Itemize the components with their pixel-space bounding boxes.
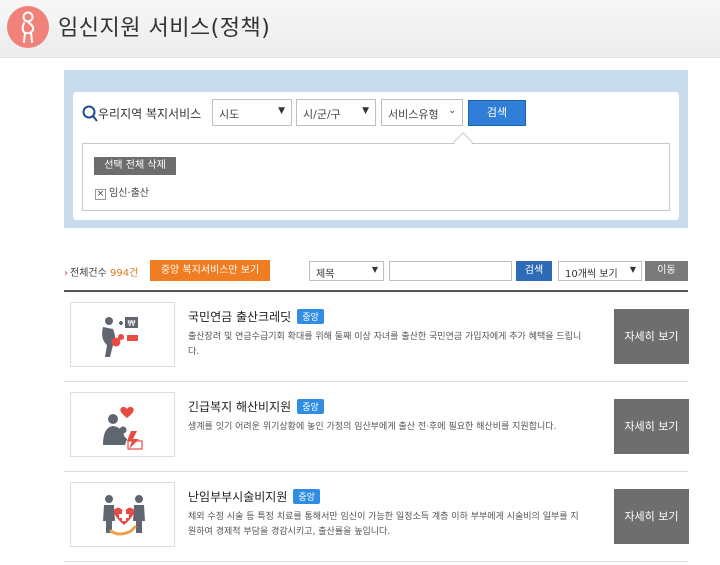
central-services-button[interactable]: 중앙 복지서비스만 보기 xyxy=(150,260,270,281)
filter-field-select[interactable]: 제목 ▼ xyxy=(309,261,384,281)
central-badge: 중앙 xyxy=(297,399,324,414)
list-toolbar: › 전체건수 994건 중앙 복지서비스만 보기 제목 ▼ 검색 10개씩 보기 ▼ … xyxy=(64,260,688,282)
chevron-down-icon: ⌄ xyxy=(448,106,456,116)
chip-label: 임신·출산 xyxy=(109,188,149,199)
item-title[interactable]: 긴급복지 해산비지원 중앙 xyxy=(188,398,324,415)
couple-heart-hand-icon xyxy=(103,495,145,536)
service-type-select[interactable]: 서비스유형 ⌄ xyxy=(381,99,463,126)
close-icon[interactable]: × xyxy=(95,189,106,200)
dropdown-arrow-icon: ▼ xyxy=(629,265,636,274)
dropdown-arrow-icon: ▼ xyxy=(371,265,378,274)
per-page-select[interactable]: 10개씩 보기 ▼ xyxy=(558,261,642,281)
sigungu-select[interactable]: 시/군/구 ▼ xyxy=(296,99,376,126)
list-item: 난임부부시술비지원 중앙 체외 수정 시술 등 특정 치료를 통해서만 임신이 가… xyxy=(64,472,689,562)
item-title-text: 긴급복지 해산비지원 xyxy=(188,400,292,414)
item-title-text: 국민연금 출산크레딧 xyxy=(188,310,292,324)
sido-select[interactable]: 시도 ▼ xyxy=(212,99,292,126)
filter-field-value: 제목 xyxy=(316,269,335,280)
page-title: 임신지원 서비스(정책) xyxy=(58,16,271,41)
total-label: 전체건수 xyxy=(70,268,107,279)
svg-text:₩: ₩ xyxy=(128,319,136,328)
item-title[interactable]: 난임부부시술비지원 중앙 xyxy=(188,488,320,505)
item-thumbnail: ₩ xyxy=(70,302,175,367)
sido-select-value: 시도 xyxy=(219,108,240,121)
list-item: 긴급복지 해산비지원 중앙 생계를 잇기 어려운 위기상황에 놓인 가정의 임산부… xyxy=(64,382,689,472)
item-thumbnail xyxy=(70,392,175,457)
page-header: 임신지원 서비스(정책) xyxy=(0,0,720,58)
total-count: › 전체건수 994건 xyxy=(64,264,138,279)
mother-child-heart-icon xyxy=(103,406,143,450)
dropdown-arrow-icon: ▼ xyxy=(362,106,369,116)
keyword-search-button[interactable]: 검색 xyxy=(516,261,552,281)
selected-filter-chip[interactable]: × 임신·출산 xyxy=(95,184,149,200)
search-icon xyxy=(82,105,98,122)
detail-button[interactable]: 자세히 보기 xyxy=(614,399,689,454)
central-badge: 중앙 xyxy=(293,489,320,504)
search-button[interactable]: 검색 xyxy=(468,100,526,126)
search-label: 우리지역 복지서비스 xyxy=(98,107,202,121)
go-button[interactable]: 이동 xyxy=(645,261,688,281)
detail-button[interactable]: 자세히 보기 xyxy=(614,309,689,364)
item-description: 출산장려 및 연금수급기회 확대를 위해 둘째 이상 자녀를 출산한 국민연금 … xyxy=(188,332,582,357)
detail-button[interactable]: 자세히 보기 xyxy=(614,489,689,544)
item-title-text: 난임부부시술비지원 xyxy=(188,490,288,504)
total-count-value: 994건 xyxy=(110,268,139,279)
central-badge: 중앙 xyxy=(297,309,324,324)
item-title[interactable]: 국민연금 출산크레딧 중앙 xyxy=(188,308,324,325)
item-thumbnail xyxy=(70,482,175,547)
item-description: 체외 수정 시술 등 특정 치료를 통해서만 임신이 가능한 일정소득 계층 이… xyxy=(188,512,579,537)
item-description: 생계를 잇기 어려운 위기상황에 놓인 가정의 임산부에게 출산 전·후에 필요… xyxy=(188,422,557,432)
per-page-value: 10개씩 보기 xyxy=(565,269,618,280)
keyword-input[interactable] xyxy=(389,261,512,281)
clear-all-button[interactable]: 선택 전체 삭제 xyxy=(94,157,176,175)
service-type-select-value: 서비스유형 xyxy=(388,108,439,121)
mother-baby-coin-icon: ₩ xyxy=(102,317,138,357)
list-item: ₩ 국민연금 출산크레딧 중앙 출산장려 및 연금수급기회 확대를 위해 둘째 이… xyxy=(64,292,689,382)
sigungu-select-value: 시/군/구 xyxy=(303,108,341,121)
bullet-icon: › xyxy=(64,268,68,279)
selected-filters-panel xyxy=(82,143,670,211)
pregnant-woman-icon xyxy=(7,6,49,48)
dropdown-arrow-icon: ▼ xyxy=(278,106,285,116)
